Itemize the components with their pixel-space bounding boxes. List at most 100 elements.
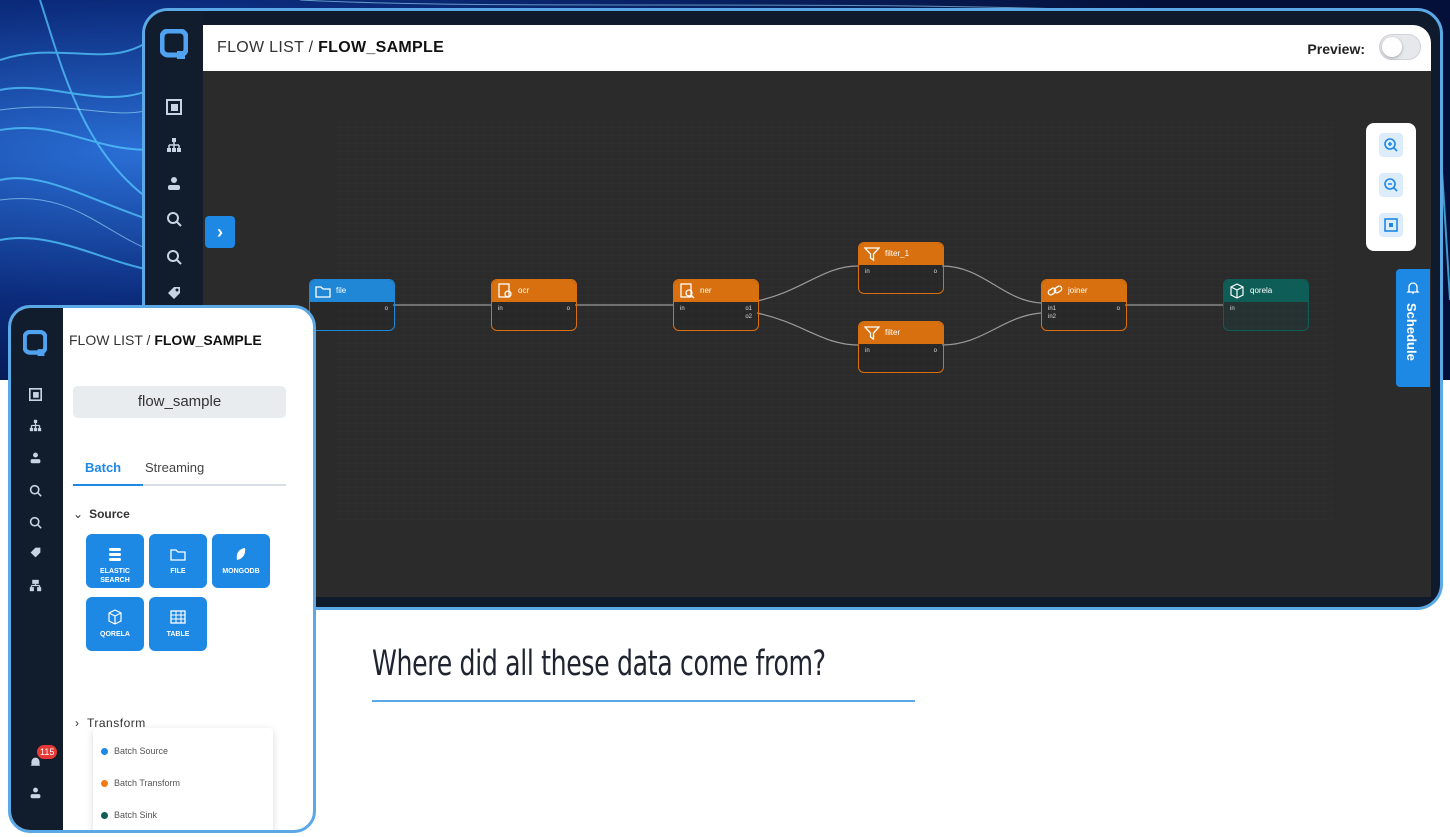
port-out[interactable]: o [1117,306,1120,312]
caption-heading: Where did all these data come from? [372,644,826,684]
zoom-in-button[interactable] [1379,133,1403,157]
tile-label: QORELA [100,631,130,638]
legend-label: Batch Source [114,746,169,756]
legend-item: Batch Source [101,746,168,756]
document-scan-icon [498,283,512,298]
dashboard-icon[interactable] [166,99,182,115]
main-window: FLOW LIST / FLOW_SAMPLE Preview: file o … [142,8,1443,610]
zoom-out-icon [1384,178,1398,192]
expand-panel-button[interactable]: › [205,216,235,248]
port-out[interactable]: o [934,269,937,275]
toggle-knob [1382,37,1402,57]
port-out-1[interactable]: o1 [745,306,752,312]
fit-view-button[interactable] [1379,213,1403,237]
search-zoom-icon[interactable] [166,211,182,227]
table-icon [170,610,186,624]
port-out[interactable]: o [567,306,570,312]
zoom-out-button[interactable] [1379,173,1403,197]
node-title: file [336,286,347,295]
port-out[interactable]: o [934,348,937,354]
network-icon[interactable] [29,579,42,592]
inset-sidebar-rail: 115 [11,308,63,830]
search-icon[interactable] [29,516,42,529]
node-filter[interactable]: filter in o [858,321,944,373]
port-in-2[interactable]: in2 [1048,314,1056,320]
search-icon[interactable] [166,249,182,265]
breadcrumb-root[interactable]: FLOW LIST / [69,332,150,348]
node-ocr[interactable]: ocr in o [491,279,577,331]
port-out-2[interactable]: o2 [745,314,752,320]
tile-mongodb[interactable]: MONGODB [212,534,270,588]
page: FLOW LIST / FLOW_SAMPLE Preview: file o … [0,0,1450,837]
link-icon [1047,285,1063,296]
tag-icon[interactable] [29,546,42,559]
port-in[interactable]: in [865,348,870,354]
node-header: filter [859,322,943,344]
users-icon[interactable] [29,451,42,464]
tile-label: MONGODB [222,568,260,575]
tile-qorela[interactable]: QORELA [86,597,144,651]
users-icon[interactable] [166,175,182,191]
main-header: FLOW LIST / FLOW_SAMPLE Preview: [203,25,1431,71]
filter-icon [864,247,880,262]
port-in[interactable]: in [680,306,685,312]
node-file[interactable]: file o [309,279,395,331]
tag-icon[interactable] [166,285,182,301]
folder-icon [170,549,186,561]
port-in-1[interactable]: in1 [1048,306,1056,312]
node-header: qorela [1224,280,1308,302]
source-section-header[interactable]: ⌄ Source [73,507,130,521]
node-header: ocr [492,280,576,302]
document-search-icon [680,283,695,299]
legend-item: Batch Sink [101,810,157,820]
node-header: joiner [1042,280,1126,302]
node-title: ner [700,286,712,295]
dashboard-icon[interactable] [29,388,42,401]
tab-batch[interactable]: Batch [85,460,121,475]
tile-label: ELASTIC SEARCH [100,568,130,584]
inset-window: 115 FLOW LIST / FLOW_SAMPLE flow_sample … [8,305,316,833]
schedule-button[interactable]: Schedule [1396,269,1430,387]
notification-badge: 115 [37,745,58,759]
legend-dot [101,748,108,756]
port-in[interactable]: in [498,306,503,312]
tile-table[interactable]: TABLE [149,597,207,651]
logo-icon [23,330,47,356]
legend-item: Batch Transform [101,778,180,788]
tile-label: TABLE [166,631,190,638]
cube-icon [1230,283,1244,299]
bell-icon [1406,282,1420,294]
node-header: file [310,280,394,302]
node-qorela[interactable]: qorela in [1223,279,1309,331]
port-in[interactable]: in [865,269,870,275]
breadcrumb-root[interactable]: FLOW LIST / [217,39,313,56]
port-out[interactable]: o [385,306,388,312]
tile-file[interactable]: FILE [149,534,207,588]
breadcrumb-current: FLOW_SAMPLE [318,39,445,56]
preview-label: Preview: [1307,41,1365,57]
legend-dot [101,780,108,788]
search-zoom-icon[interactable] [29,484,42,497]
logo-icon [160,29,188,59]
fit-view-icon [1384,218,1398,232]
node-ner[interactable]: ner in o1 o2 [673,279,759,331]
tile-elastic-search[interactable]: ELASTIC SEARCH [86,534,144,588]
zoom-in-icon [1384,138,1398,152]
flow-name-field[interactable]: flow_sample [73,386,286,418]
folder-icon [315,286,331,298]
port-in[interactable]: in [1230,306,1235,312]
preview-toggle[interactable] [1379,34,1421,60]
node-header: ner [674,280,758,302]
node-filter-1[interactable]: filter_1 in o [858,242,944,294]
user-profile-icon[interactable] [29,786,42,799]
hierarchy-icon[interactable] [166,137,182,153]
breadcrumb: FLOW LIST / FLOW_SAMPLE [69,332,262,348]
tab-streaming[interactable]: Streaming [145,460,204,475]
node-title: filter [885,328,901,337]
node-type-legend: Batch Source Batch Transform Batch Sink [93,728,273,830]
flow-canvas[interactable]: file o ocr in o ner in o1 o2 filter_1 in… [203,71,1431,597]
hierarchy-icon[interactable] [29,419,42,432]
breadcrumb: FLOW LIST / FLOW_SAMPLE [217,39,444,57]
legend-label: Batch Transform [114,778,181,788]
node-joiner[interactable]: joiner in1 in2 o [1041,279,1127,331]
